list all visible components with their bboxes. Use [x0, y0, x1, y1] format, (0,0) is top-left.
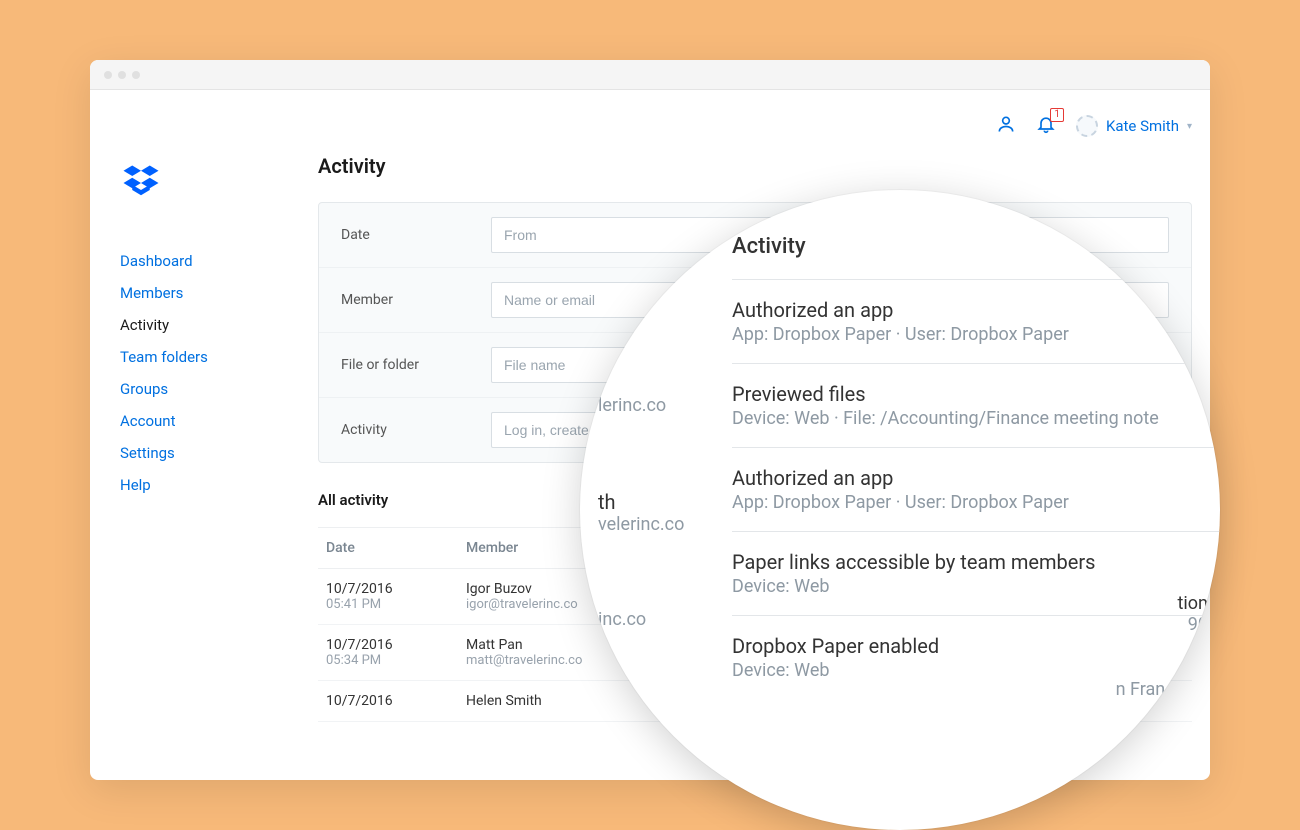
magnifier-item-sub: App: Dropbox Paper · User: Dropbox Paper: [732, 324, 1200, 345]
bell-icon[interactable]: 1: [1036, 114, 1056, 138]
user-name: Kate Smith: [1106, 117, 1179, 135]
row-date: 10/7/2016: [326, 581, 450, 597]
magnifier-item: Dropbox Paper enabled Device: Web: [732, 615, 1220, 699]
magnifier-item-title: Authorized an app: [732, 466, 1200, 490]
magnifier-item: Previewed files Device: Web · File: /Acc…: [732, 363, 1220, 447]
sidebar-item-help[interactable]: Help: [120, 476, 300, 494]
magnifier-item-title: Paper links accessible by team members: [732, 550, 1200, 574]
magnifier-item-sub: Device: Web: [732, 576, 1200, 597]
filter-member-label: Member: [341, 292, 491, 308]
row-date: 10/7/2016: [326, 637, 450, 653]
profile-icon[interactable]: [996, 114, 1016, 138]
page-title: Activity: [318, 154, 1192, 178]
magnifier-item-title: Authorized an app: [732, 298, 1200, 322]
sidebar: Dashboard Members Activity Team folders …: [90, 90, 300, 780]
traffic-dot-min[interactable]: [118, 71, 126, 79]
magnifier-preview: .co lerinc.co thvelerinc.co inc.co Activ…: [580, 190, 1220, 830]
sidebar-item-members[interactable]: Members: [120, 284, 300, 302]
sidebar-item-groups[interactable]: Groups: [120, 380, 300, 398]
sidebar-item-account[interactable]: Account: [120, 412, 300, 430]
filter-date-label: Date: [341, 227, 491, 243]
magnifier-item: Authorized an app App: Dropbox Paper · U…: [732, 447, 1220, 531]
col-date: Date: [318, 528, 458, 569]
chevron-down-icon: ▾: [1187, 121, 1192, 132]
row-date: 10/7/2016: [326, 693, 450, 709]
sidebar-item-dashboard[interactable]: Dashboard: [120, 252, 300, 270]
magnifier-item-sub: App: Dropbox Paper · User: Dropbox Paper: [732, 492, 1200, 513]
sidebar-item-team-folders[interactable]: Team folders: [120, 348, 300, 366]
magnifier-item: Paper links accessible by team members D…: [732, 531, 1220, 615]
row-member-name: Helen Smith: [466, 693, 640, 709]
magnifier-item-title: Dropbox Paper enabled: [732, 634, 1200, 658]
magnifier-item-sub: Device: Web: [732, 660, 1200, 681]
magnifier-item-sub: Device: Web · File: /Accounting/Finance …: [732, 408, 1200, 429]
filter-activity-label: Activity: [341, 422, 491, 438]
row-time: 05:41 PM: [326, 597, 450, 612]
row-time: 05:34 PM: [326, 653, 450, 668]
sidebar-item-settings[interactable]: Settings: [120, 444, 300, 462]
sidebar-item-activity[interactable]: Activity: [120, 316, 300, 334]
sidebar-nav: Dashboard Members Activity Team folders …: [120, 252, 300, 494]
magnifier-item-title: Previewed files: [732, 382, 1200, 406]
traffic-dot-max[interactable]: [132, 71, 140, 79]
traffic-dot-close[interactable]: [104, 71, 112, 79]
dropbox-logo-icon: [120, 162, 300, 208]
filter-file-label: File or folder: [341, 357, 491, 373]
notification-badge: 1: [1050, 108, 1064, 122]
user-menu[interactable]: Kate Smith ▾: [1076, 115, 1192, 137]
window-title-bar: [90, 60, 1210, 90]
header-actions: 1 Kate Smith ▾: [996, 114, 1192, 138]
avatar-icon: [1076, 115, 1098, 137]
